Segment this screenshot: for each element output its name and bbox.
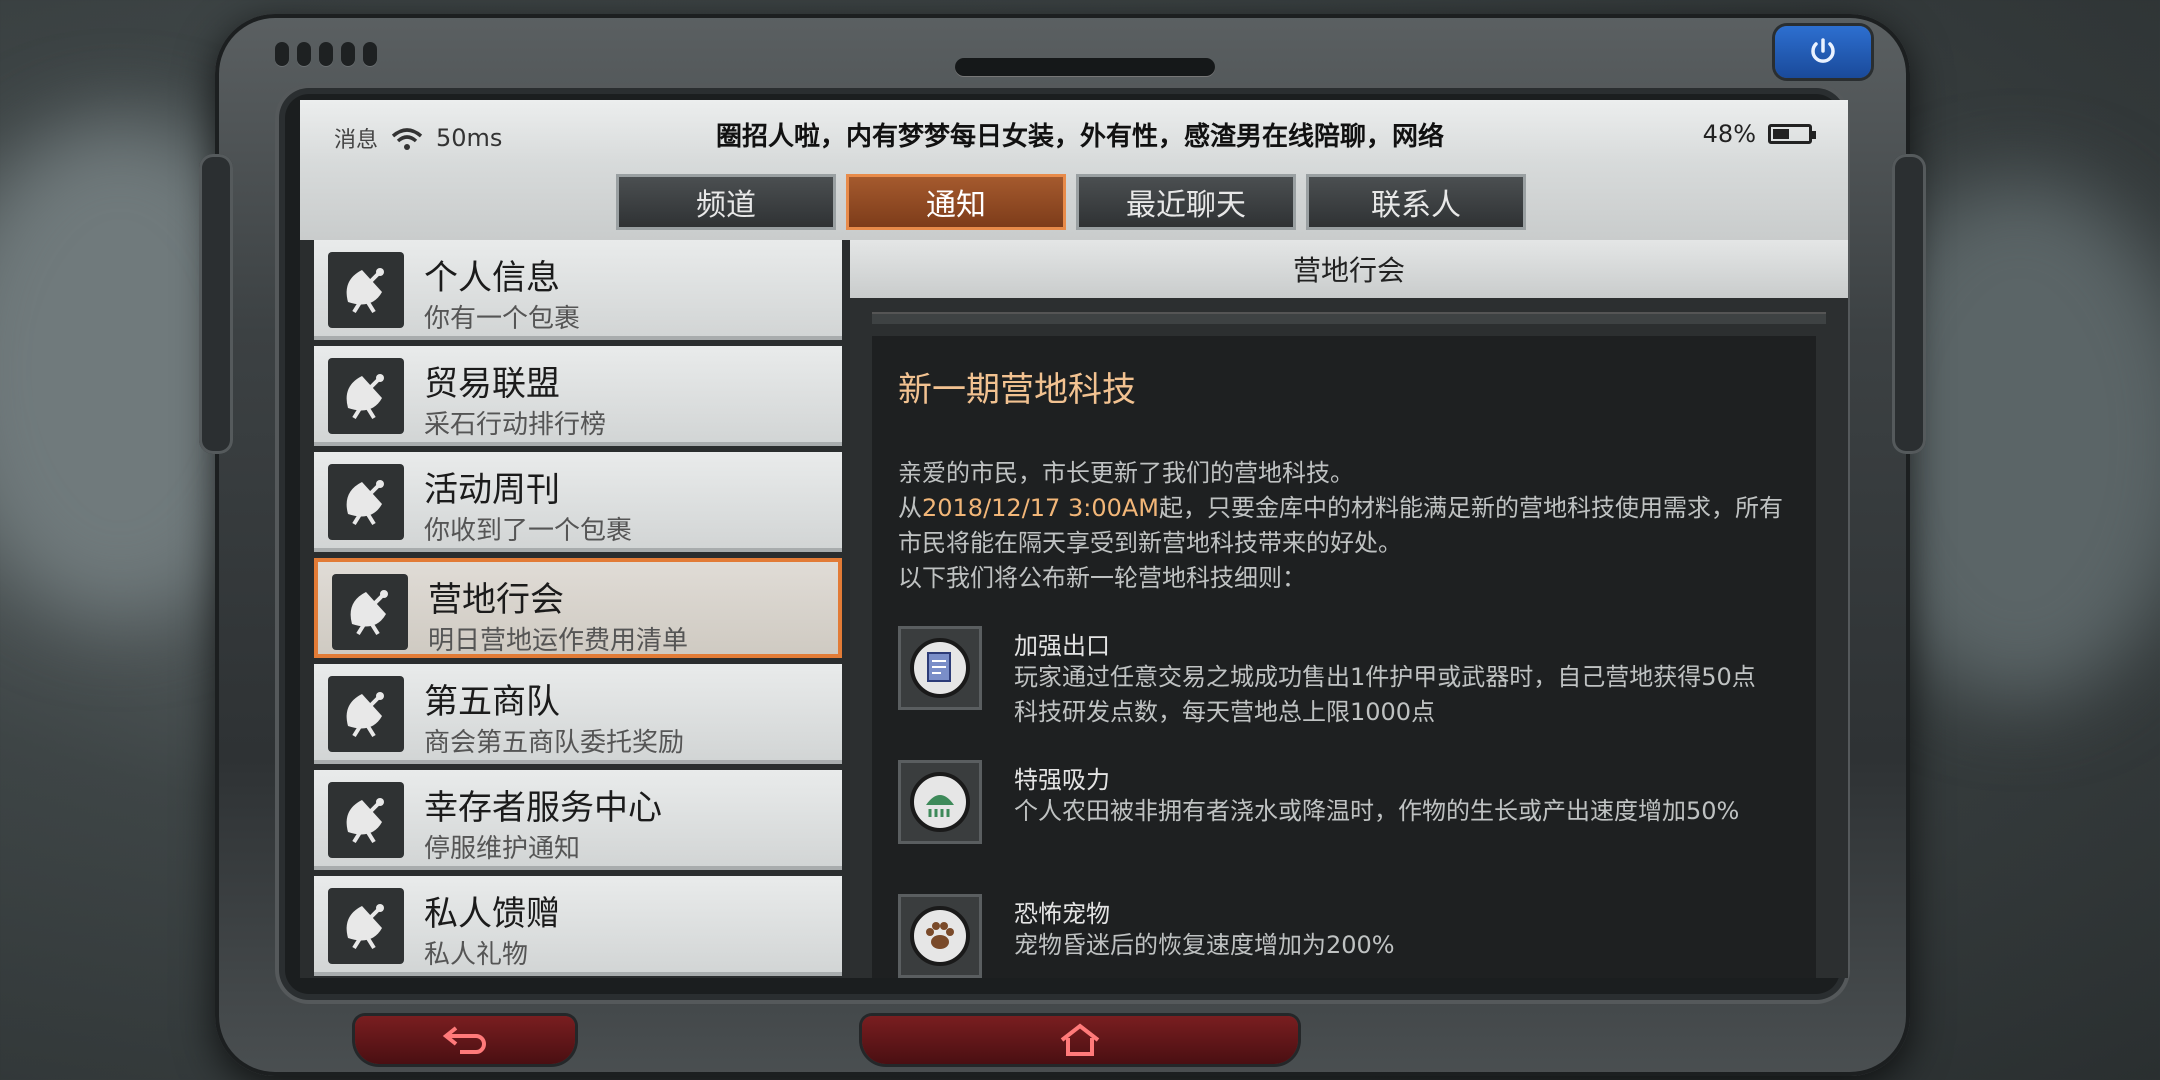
item-title: 私人馈赠 <box>424 894 560 934</box>
message-detail-panel: 营地行会 新一期营地科技 亲爱的市民，市长更新了我们的营地科技。 从2018/1… <box>850 240 1848 978</box>
perk-item: 特强吸力 个人农田被非拥有者浇水或降温时，作物的生长或产出速度增加50% <box>898 760 1788 870</box>
satellite-dish-icon <box>328 464 404 540</box>
body-from: 从 <box>898 494 922 522</box>
item-subtitle: 你收到了一个包裹 <box>424 516 633 546</box>
home-icon <box>1060 1023 1100 1056</box>
status-bar: 消息 50ms 圈招人啦，内有梦梦每日女装，外有性，感渣男在线陪聊，网络 48% <box>300 100 1848 164</box>
list-item-fifth-caravan[interactable]: 第五商队 商会第五商队委托奖励 <box>314 664 842 764</box>
perk-desc: 个人农田被非拥有者浇水或降温时，作物的生长或产出速度增加50% <box>1014 797 1740 825</box>
perk-icon-frame <box>898 760 982 844</box>
status-left: 消息 50ms <box>334 122 502 154</box>
list-item-private-gift[interactable]: 私人馈赠 私人礼物 <box>314 876 842 976</box>
perk-item: 恐怖宠物 宠物昏迷后的恢复速度增加为200% <box>898 894 1788 978</box>
item-subtitle: 明日营地运作费用清单 <box>428 626 689 656</box>
ping-value: 50ms <box>436 124 503 152</box>
item-subtitle: 停服维护通知 <box>424 834 581 864</box>
item-title: 第五商队 <box>424 682 560 722</box>
list-item-survivor-service[interactable]: 幸存者服务中心 停服维护通知 <box>314 770 842 870</box>
notification-list[interactable]: 个人信息 你有一个包裹 贸易联盟 采石行动排行榜 活动周刊 你收到了一个包裹 营… <box>314 240 844 978</box>
power-icon <box>1811 38 1835 63</box>
tab-label: 频道 <box>696 188 756 223</box>
item-subtitle: 采石行动排行榜 <box>424 410 607 440</box>
tab-bar: 频道 通知 最近聊天 联系人 <box>300 164 1848 240</box>
body-line: 亲爱的市民，市长更新了我们的营地科技。 <box>898 459 1354 487</box>
detail-divider <box>872 312 1826 324</box>
tab-label: 通知 <box>926 188 986 223</box>
item-subtitle: 你有一个包裹 <box>424 304 581 334</box>
detail-header: 营地行会 <box>850 240 1848 298</box>
battery-status: 48% <box>1702 120 1816 148</box>
device-top-slot <box>955 58 1215 76</box>
document-icon <box>910 638 970 698</box>
perk-desc: 宠物昏迷后的恢复速度增加为200% <box>1014 931 1395 959</box>
satellite-dish-icon <box>328 358 404 434</box>
satellite-dish-icon <box>328 888 404 964</box>
device-left-rail <box>199 154 233 454</box>
body-paragraph: 从2018/12/17 3:00AM起，只要金库中的材料能满足新的营地科技使用需… <box>898 491 1788 561</box>
perk-item: 加强出口 玩家通过任意交易之城成功售出1件护甲或武器时，自己营地获得50点科技研… <box>898 626 1788 736</box>
wifi-icon <box>390 127 424 150</box>
list-item-personal-info[interactable]: 个人信息 你有一个包裹 <box>314 240 842 340</box>
body-date: 2018/12/17 3:00AM <box>922 494 1159 522</box>
messages-label: 消息 <box>334 128 379 153</box>
perk-title: 特强吸力 <box>1014 766 1110 794</box>
body-line: 以下我们将公布新一轮营地科技细则： <box>898 564 1306 592</box>
device-grip <box>275 42 377 66</box>
phone-screen: 消息 50ms 圈招人啦，内有梦梦每日女装，外有性，感渣男在线陪聊，网络 48%… <box>300 100 1848 978</box>
message-body: 亲爱的市民，市长更新了我们的营地科技。 从2018/12/17 3:00AM起，… <box>898 456 1788 596</box>
tab-contacts[interactable]: 联系人 <box>1306 174 1526 230</box>
tab-recent-chats[interactable]: 最近聊天 <box>1076 174 1296 230</box>
item-title: 营地行会 <box>428 580 564 620</box>
power-button[interactable] <box>1775 26 1871 78</box>
perk-icon-frame <box>898 626 982 710</box>
item-title: 个人信息 <box>424 258 560 298</box>
perk-desc: 玩家通过任意交易之城成功售出1件护甲或武器时，自己营地获得50点科技研发点数，每… <box>1014 663 1756 726</box>
satellite-dish-icon <box>328 252 404 328</box>
satellite-dish-icon <box>328 676 404 752</box>
list-item-weekly-events[interactable]: 活动周刊 你收到了一个包裹 <box>314 452 842 552</box>
message-card[interactable]: 新一期营地科技 亲爱的市民，市长更新了我们的营地科技。 从2018/12/17 … <box>872 336 1816 978</box>
item-title: 活动周刊 <box>424 470 560 510</box>
item-subtitle: 商会第五商队委托奖励 <box>424 728 685 758</box>
satellite-dish-icon <box>332 574 408 650</box>
perk-title: 加强出口 <box>1014 632 1110 660</box>
leaf-icon <box>910 772 970 832</box>
perk-title: 恐怖宠物 <box>1014 900 1110 928</box>
back-button[interactable] <box>355 1016 575 1064</box>
item-title: 幸存者服务中心 <box>424 788 662 828</box>
tab-label: 最近聊天 <box>1126 188 1246 223</box>
item-subtitle: 私人礼物 <box>424 940 529 970</box>
message-title: 新一期营地科技 <box>898 370 1136 410</box>
device-right-rail <box>1892 154 1926 454</box>
announcement-ticker: 圈招人啦，内有梦梦每日女装，外有性，感渣男在线陪聊，网络 <box>715 122 1444 152</box>
home-button[interactable] <box>862 1016 1298 1064</box>
back-arrow-icon <box>442 1026 486 1054</box>
tab-notifications[interactable]: 通知 <box>846 174 1066 230</box>
paw-icon <box>910 906 970 966</box>
item-title: 贸易联盟 <box>424 364 560 404</box>
tab-channel[interactable]: 频道 <box>616 174 836 230</box>
battery-percent: 48% <box>1702 120 1756 148</box>
tab-label: 联系人 <box>1371 188 1461 223</box>
list-item-camp-guild[interactable]: 营地行会 明日营地运作费用清单 <box>314 558 842 658</box>
list-item-trade-alliance[interactable]: 贸易联盟 采石行动排行榜 <box>314 346 842 446</box>
battery-icon <box>1768 124 1816 144</box>
satellite-dish-icon <box>328 782 404 858</box>
perk-icon-frame <box>898 894 982 978</box>
